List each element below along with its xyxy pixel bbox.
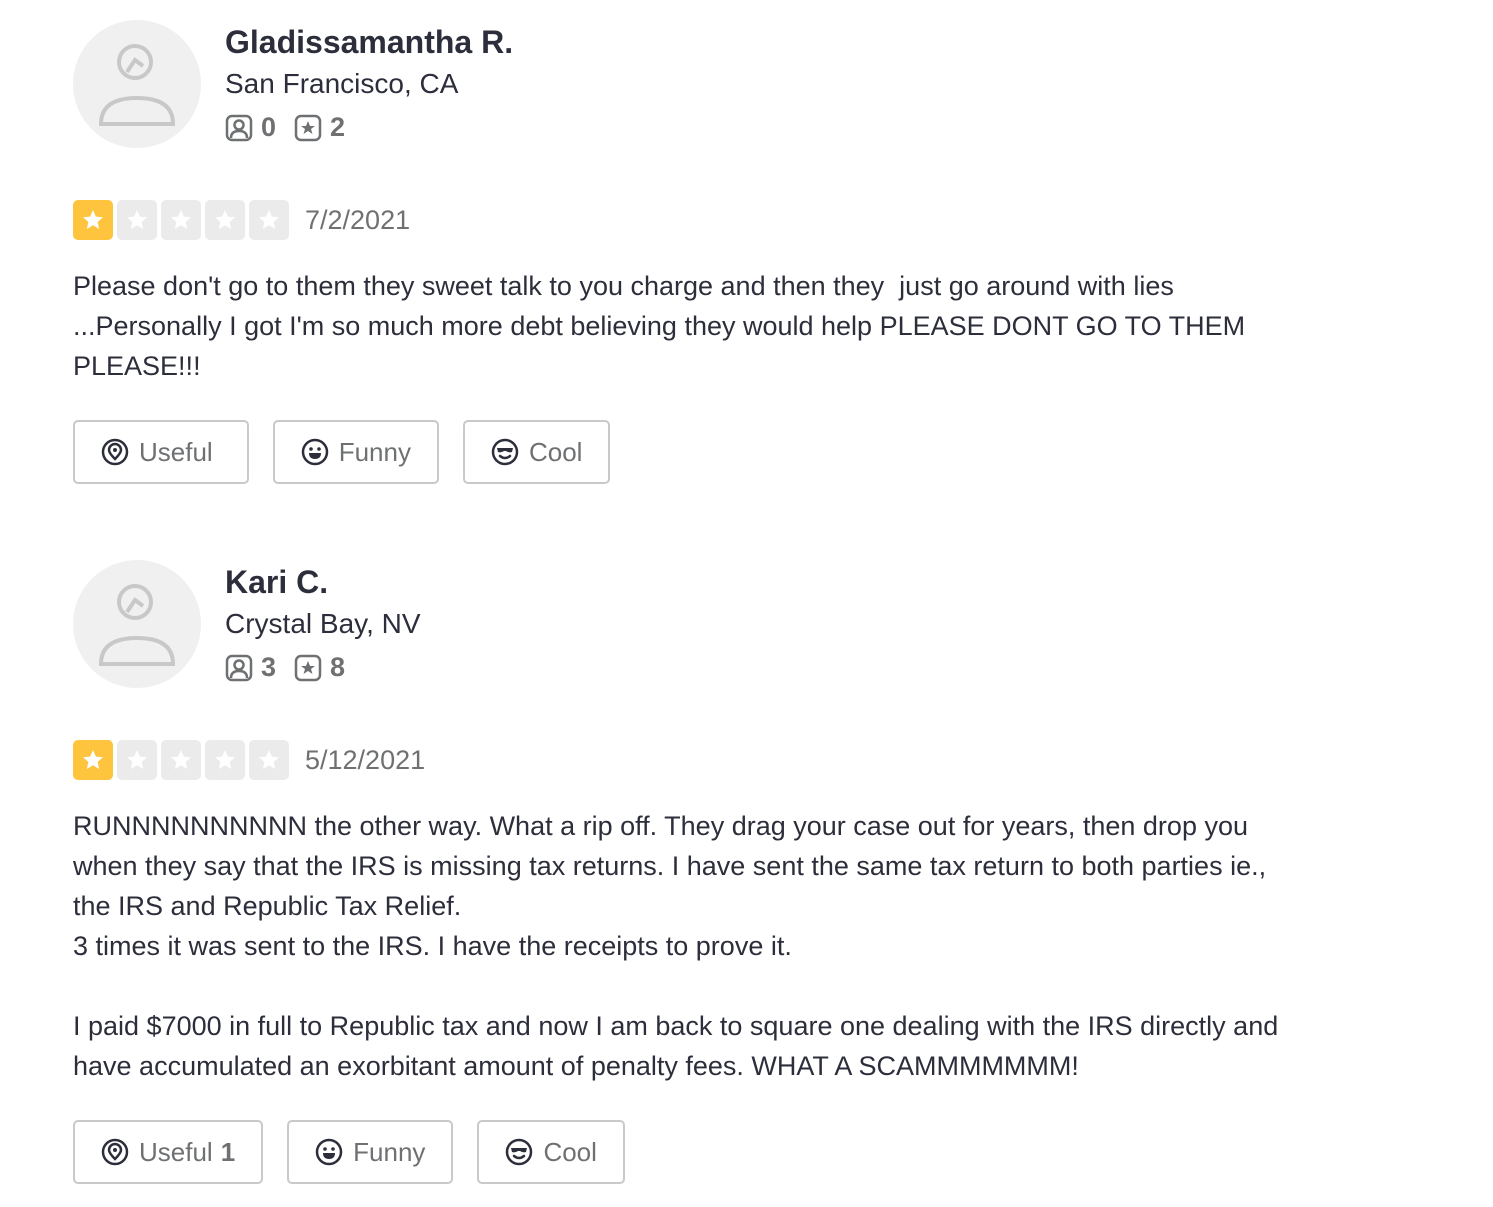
funny-button[interactable]: Funny	[287, 1120, 454, 1184]
star-icon	[127, 210, 147, 229]
star-icon	[215, 750, 235, 769]
star-icon	[171, 750, 191, 769]
useful-label: Useful	[139, 1136, 213, 1167]
star-2	[117, 200, 157, 240]
useful-button[interactable]: Useful 1	[73, 1120, 264, 1184]
review-date: 5/12/2021	[305, 744, 426, 775]
useful-icon	[101, 1138, 129, 1166]
friends-icon	[225, 114, 253, 141]
friends-stat: 3	[225, 652, 276, 683]
star-icon	[215, 210, 235, 229]
star-3	[161, 740, 201, 780]
useful-button[interactable]: Useful	[73, 420, 249, 484]
star-icon	[259, 210, 279, 229]
cool-button[interactable]: Cool	[477, 1120, 625, 1184]
star-icon	[259, 750, 279, 769]
useful-label: Useful	[139, 436, 213, 467]
reviews-stat: 8	[294, 652, 345, 683]
star-2	[117, 740, 157, 780]
review-count-icon	[294, 654, 322, 681]
review-text: Please don't go to them they sweet talk …	[73, 271, 1246, 381]
funny-icon	[301, 438, 328, 466]
friends-icon	[225, 654, 253, 681]
star-icon	[83, 750, 103, 769]
review-card: Kari C. Crystal Bay, NV 3 8 5/12/2021 RU…	[73, 560, 1413, 1184]
star-icon	[127, 750, 147, 769]
star-3	[161, 200, 201, 240]
avatar-placeholder-icon	[98, 44, 176, 126]
friends-count: 3	[261, 652, 277, 682]
reviews-count: 8	[330, 652, 346, 682]
user-location: San Francisco, CA	[225, 68, 459, 99]
user-stats: 3 8	[225, 652, 421, 683]
funny-button[interactable]: Funny	[272, 420, 439, 484]
friends-count: 0	[261, 112, 277, 142]
star-4	[205, 740, 245, 780]
funny-label: Funny	[353, 1136, 426, 1167]
cool-icon	[491, 438, 519, 466]
cool-label: Cool	[528, 436, 583, 467]
review-actions: Useful Funny Cool	[73, 420, 1413, 484]
useful-icon	[101, 438, 129, 466]
user-name[interactable]: Kari C.	[225, 562, 421, 602]
user-location: Crystal Bay, NV	[225, 608, 421, 639]
rating-row: 5/12/2021	[73, 740, 1413, 780]
avatar-placeholder-icon	[98, 584, 176, 666]
rating-row: 7/2/2021	[73, 200, 1413, 240]
friends-stat: 0	[225, 112, 276, 143]
star-icon	[83, 210, 103, 229]
review-card: Gladissamantha R. San Francisco, CA 0 2 …	[73, 20, 1413, 484]
review-text: RUNNNNNNNNNN the other way. What a rip o…	[73, 811, 1279, 1081]
star-5	[249, 200, 289, 240]
star-5	[249, 740, 289, 780]
useful-count: 1	[220, 1136, 236, 1167]
reviews-stat: 2	[294, 112, 345, 143]
user-passport: Gladissamantha R. San Francisco, CA 0 2	[73, 20, 1413, 150]
user-passport: Kari C. Crystal Bay, NV 3 8	[73, 560, 1413, 690]
user-name[interactable]: Gladissamantha R.	[225, 22, 513, 62]
avatar[interactable]	[73, 20, 201, 148]
star-1	[73, 200, 113, 240]
review-count-icon	[294, 114, 322, 141]
star-rating	[73, 200, 293, 240]
avatar[interactable]	[73, 560, 201, 688]
cool-button[interactable]: Cool	[462, 420, 611, 484]
user-stats: 0 2	[225, 112, 513, 143]
funny-icon	[315, 1138, 343, 1166]
funny-label: Funny	[338, 436, 411, 467]
reviews-count: 2	[330, 112, 346, 142]
review-actions: Useful 1 Funny Cool	[73, 1120, 1413, 1184]
star-rating	[73, 740, 293, 780]
cool-icon	[506, 1138, 533, 1166]
star-1	[73, 740, 113, 780]
star-4	[205, 200, 245, 240]
review-date: 7/2/2021	[305, 204, 411, 235]
star-icon	[171, 210, 191, 229]
cool-label: Cool	[543, 1136, 597, 1167]
